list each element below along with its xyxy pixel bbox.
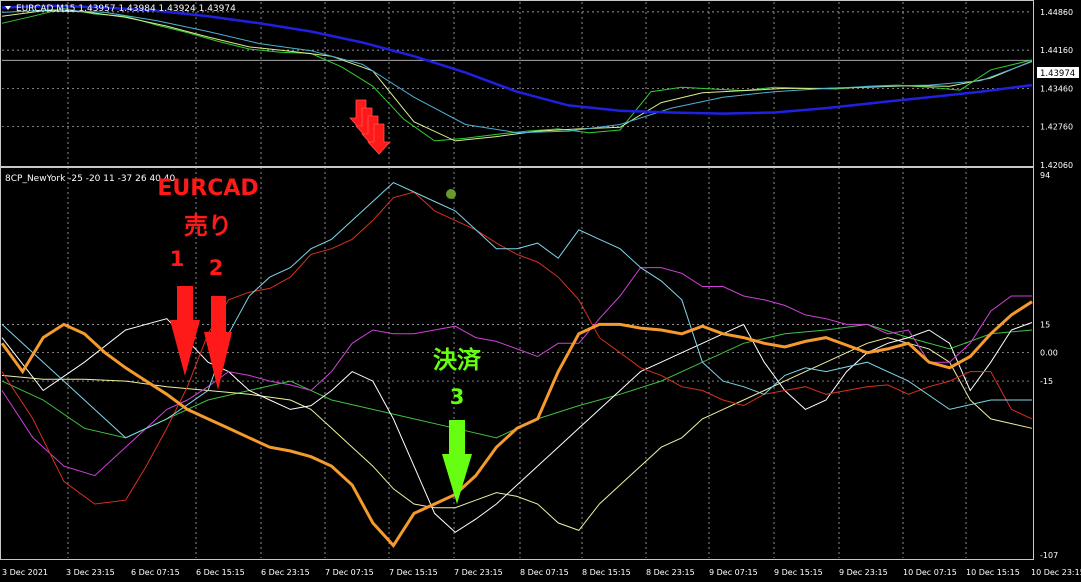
indicator-tick-2: 0.00	[1040, 349, 1058, 358]
symbol-info: EURCAD,M15 1.43957 1.43984 1.43924 1.439…	[16, 4, 236, 14]
time-tick-11: 9 Dec 07:15	[709, 568, 758, 577]
indicator-tick-0: 94	[1040, 171, 1050, 180]
time-tick-8: 8 Dec 07:15	[520, 568, 569, 577]
time-tick-6: 7 Dec 15:15	[389, 568, 438, 577]
current-price-label: 1.43974	[1040, 69, 1075, 79]
label-3: 3	[450, 385, 465, 409]
time-tick-14: 10 Dec 07:15	[903, 568, 957, 577]
sell-subtitle: 売り	[184, 212, 232, 240]
price-tick-2: 1.43460	[1040, 84, 1073, 93]
time-tick-15: 10 Dec 15:15	[966, 568, 1020, 577]
time-tick-4: 6 Dec 23:15	[261, 568, 310, 577]
exit-title: 決済	[433, 346, 482, 374]
time-tick-3: 6 Dec 15:15	[196, 568, 245, 577]
trading-chart[interactable]: 1.44860 1.44160 1.43460 1.42760 1.4206094 15 0…	[0, 0, 1081, 582]
price-tick-1: 1.44160	[1040, 46, 1073, 55]
indicator-tick-4: -107	[1040, 551, 1058, 560]
time-tick-7: 7 Dec 23:15	[454, 568, 503, 577]
price-tick-3: 1.42760	[1040, 123, 1073, 132]
indicator-info: 8CP_NewYork -25 -20 11 -37 26 40 40	[5, 174, 175, 184]
time-tick-2: 6 Dec 07:15	[131, 568, 180, 577]
time-tick-1: 3 Dec 23:15	[66, 568, 115, 577]
x-axis-labels: 3 Dec 2021 3 Dec 23:15 6 Dec 07:15 6 Dec 15…	[2, 568, 1081, 577]
time-tick-5: 7 Dec 07:15	[325, 568, 374, 577]
price-tick-0: 1.44860	[1040, 8, 1073, 17]
label-2: 2	[209, 256, 224, 280]
indicator-tick-1: 15	[1040, 320, 1050, 329]
label-1: 1	[170, 247, 185, 271]
indicator-tick-3: -15	[1040, 377, 1053, 386]
time-tick-10: 8 Dec 23:15	[646, 568, 695, 577]
signal-dot	[446, 189, 456, 199]
time-tick-0: 3 Dec 2021	[2, 568, 48, 577]
time-tick-13: 9 Dec 23:15	[839, 568, 888, 577]
price-tick-4: 1.42060	[1040, 161, 1073, 170]
time-tick-12: 9 Dec 15:15	[774, 568, 823, 577]
time-tick-9: 8 Dec 15:15	[582, 568, 631, 577]
sell-title: EURCAD	[157, 176, 258, 201]
time-tick-16: 10 Dec 23:15	[1031, 568, 1081, 577]
